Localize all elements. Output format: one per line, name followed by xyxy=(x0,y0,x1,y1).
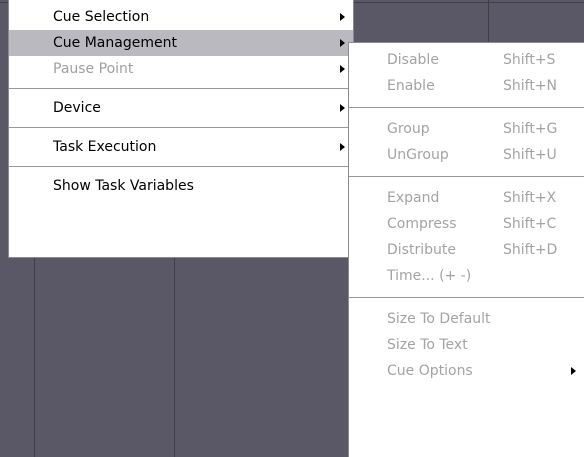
menu-item-label: Cue Management xyxy=(53,35,177,51)
submenu-item-size-to-text: Size To Text xyxy=(349,332,584,358)
menu-separator xyxy=(349,176,584,177)
menu-item-label: Show Task Variables xyxy=(53,178,194,194)
menu-item-show-task-variables[interactable]: Show Task Variables xyxy=(9,173,353,199)
menu-item-cue-management[interactable]: Cue Management xyxy=(9,30,353,56)
submenu-item-label: Distribute xyxy=(387,242,456,258)
menu-item-label: Task Execution xyxy=(53,139,157,155)
menu-item-cue-selection[interactable]: Cue Selection xyxy=(9,4,353,30)
menu-item-pause-point: Pause Point xyxy=(9,56,353,82)
menu-item-label: Cue Selection xyxy=(53,9,150,25)
submenu-item-label: Disable xyxy=(387,52,439,68)
context-menu: Cue Selection Cue Management Pause Point… xyxy=(8,0,354,258)
menu-item-label: Device xyxy=(53,100,101,116)
submenu-arrow-icon xyxy=(340,143,345,151)
submenu-arrow-icon xyxy=(340,65,345,73)
submenu-item-label: Time... (+ -) xyxy=(387,268,472,284)
submenu-item-size-to-default: Size To Default xyxy=(349,306,584,332)
submenu-item-time: Time... (+ -) xyxy=(349,263,584,289)
submenu-item-cue-options: Cue Options xyxy=(349,358,584,384)
shortcut-label: Shift+D xyxy=(503,242,558,258)
menu-item-device[interactable]: Device xyxy=(9,95,353,121)
submenu-arrow-icon xyxy=(340,39,345,47)
submenu-arrow-icon xyxy=(571,367,576,375)
submenu-item-expand: Expand Shift+X xyxy=(349,185,584,211)
shortcut-label: Shift+N xyxy=(503,78,558,94)
menu-separator xyxy=(9,166,353,167)
menu-separator xyxy=(9,127,353,128)
submenu-item-label: Cue Options xyxy=(387,363,473,379)
submenu-item-compress: Compress Shift+C xyxy=(349,211,584,237)
menu-separator xyxy=(349,297,584,298)
submenu-item-label: Size To Text xyxy=(387,337,468,353)
cue-management-submenu: Disable Shift+S Enable Shift+N Group Shi… xyxy=(348,42,584,457)
submenu-item-disable: Disable Shift+S xyxy=(349,47,584,73)
menu-separator xyxy=(9,88,353,89)
shortcut-label: Shift+S xyxy=(503,52,556,68)
submenu-item-label: Enable xyxy=(387,78,435,94)
shortcut-label: Shift+X xyxy=(503,190,557,206)
submenu-item-group: Group Shift+G xyxy=(349,116,584,142)
submenu-item-distribute: Distribute Shift+D xyxy=(349,237,584,263)
menu-separator xyxy=(349,107,584,108)
menu-item-task-execution[interactable]: Task Execution xyxy=(9,134,353,160)
submenu-item-ungroup: UnGroup Shift+U xyxy=(349,142,584,168)
shortcut-label: Shift+U xyxy=(503,147,557,163)
submenu-item-label: UnGroup xyxy=(387,147,449,163)
menu-item-label: Pause Point xyxy=(53,61,134,77)
submenu-item-label: Size To Default xyxy=(387,311,491,327)
submenu-item-label: Group xyxy=(387,121,430,137)
shortcut-label: Shift+C xyxy=(503,216,557,232)
submenu-item-label: Expand xyxy=(387,190,440,206)
submenu-item-enable: Enable Shift+N xyxy=(349,73,584,99)
shortcut-label: Shift+G xyxy=(503,121,558,137)
submenu-arrow-icon xyxy=(340,13,345,21)
submenu-arrow-icon xyxy=(340,104,345,112)
submenu-item-label: Compress xyxy=(387,216,457,232)
